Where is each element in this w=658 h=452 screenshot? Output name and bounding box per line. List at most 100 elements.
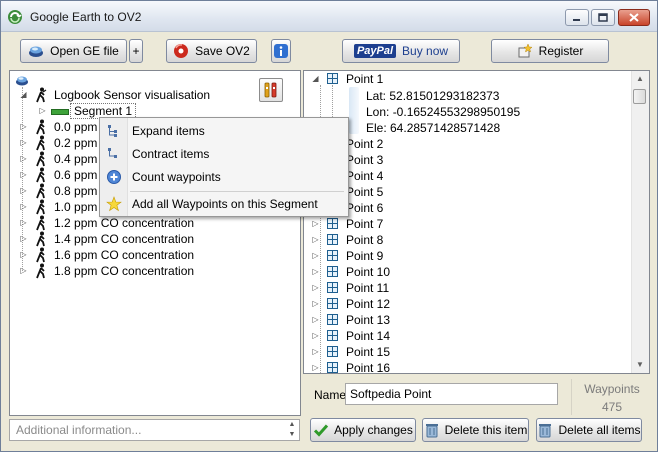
point-row[interactable]: ▷Point 5 bbox=[304, 184, 624, 200]
info-icon bbox=[274, 44, 288, 58]
waypoint-icon bbox=[327, 362, 338, 373]
name-input[interactable]: Softpedia Point bbox=[345, 383, 558, 405]
scroll-up-icon[interactable]: ▲ bbox=[632, 71, 648, 87]
waypoint-icon bbox=[327, 314, 338, 325]
tree-item-row[interactable]: ▷ 1.4 ppm CO concentration bbox=[10, 231, 290, 247]
menu-item-label: Add all Waypoints on this Segment bbox=[132, 197, 318, 211]
trash-icon bbox=[425, 424, 438, 438]
stepper-up-icon[interactable]: ▲ bbox=[285, 420, 299, 430]
buy-now-button[interactable]: PayPal Buy now bbox=[342, 39, 460, 63]
waypoint-icon bbox=[327, 250, 338, 261]
tree-item-label: 1.4 ppm CO concentration bbox=[54, 232, 195, 246]
waypoints-counter: Waypoints 475 bbox=[571, 379, 652, 415]
point-row[interactable]: ▷ Point 9 bbox=[304, 248, 624, 264]
points-scrollbar[interactable]: ▲ ▼ bbox=[631, 71, 649, 373]
expand-arrow-icon[interactable]: ▷ bbox=[19, 138, 28, 147]
expand-arrow-icon[interactable]: ▷ bbox=[311, 331, 320, 340]
info-scroll-stepper[interactable]: ▲ ▼ bbox=[285, 420, 299, 440]
point-label: Point 5 bbox=[346, 185, 384, 199]
plus-circle-icon bbox=[107, 170, 121, 184]
tree-item-label: 1.2 ppm CO concentration bbox=[54, 216, 195, 230]
waypoint-icon bbox=[327, 346, 338, 357]
delete-all-items-button[interactable]: Delete all items bbox=[536, 418, 642, 442]
expand-arrow-icon[interactable]: ▷ bbox=[19, 154, 28, 163]
menu-item-add-all-waypoints[interactable]: Add all Waypoints on this Segment bbox=[102, 193, 346, 215]
close-button[interactable] bbox=[618, 9, 650, 26]
point-row[interactable]: ▷ Point 13 bbox=[304, 312, 624, 328]
expand-arrow-icon[interactable]: ▷ bbox=[19, 122, 28, 131]
expand-arrow-icon[interactable]: ▷ bbox=[311, 235, 320, 244]
point-row[interactable]: ▷ Point 10 bbox=[304, 264, 624, 280]
title-bar[interactable]: Google Earth to OV2 bbox=[1, 1, 657, 32]
tree-item-row[interactable]: ▷ 1.2 ppm CO concentration bbox=[10, 215, 290, 231]
expand-arrow-icon[interactable]: ▷ bbox=[19, 234, 28, 243]
expand-arrow-icon[interactable]: ▷ bbox=[311, 347, 320, 356]
expand-arrow-icon[interactable]: ▷ bbox=[19, 250, 28, 259]
trash-icon bbox=[539, 424, 552, 438]
minimize-button[interactable] bbox=[565, 9, 589, 26]
menu-item-contract-items[interactable]: Contract items bbox=[102, 143, 346, 165]
point-label: Point 16 bbox=[346, 361, 391, 374]
point-label: Point 9 bbox=[346, 249, 384, 263]
expand-arrow-icon[interactable]: ▷ bbox=[19, 266, 28, 275]
expand-arrow-icon[interactable]: ▷ bbox=[19, 186, 28, 195]
collapse-arrow-icon[interactable]: ◢ bbox=[311, 74, 320, 83]
point-row[interactable]: ▷ Point 15 bbox=[304, 344, 624, 360]
point-row[interactable]: ▷Point 6 bbox=[304, 200, 624, 216]
expand-arrow-icon[interactable]: ▷ bbox=[311, 219, 320, 228]
point-row[interactable]: ▷ Point 14 bbox=[304, 328, 624, 344]
expand-arrow-icon[interactable]: ▷ bbox=[311, 267, 320, 276]
register-button[interactable]: Register bbox=[491, 39, 609, 63]
walker-icon bbox=[36, 231, 45, 247]
expand-arrow-icon[interactable]: ▷ bbox=[19, 170, 28, 179]
expand-arrow-icon[interactable]: ▷ bbox=[311, 363, 320, 372]
menu-item-expand-items[interactable]: Expand items bbox=[102, 120, 346, 142]
stepper-down-icon[interactable]: ▼ bbox=[285, 430, 299, 440]
point-label: Point 2 bbox=[346, 137, 384, 151]
point-row[interactable]: ▷ Point 8 bbox=[304, 232, 624, 248]
point-row[interactable]: ▷Point 4 bbox=[304, 168, 624, 184]
tree-item-row[interactable]: ▷ 1.8 ppm CO concentration bbox=[10, 263, 290, 279]
point-row[interactable]: ▷ Point 16 bbox=[304, 360, 624, 374]
points-tree[interactable]: ◢ Point 1 Lat: 52.81501293182373 Lon: -0… bbox=[303, 70, 650, 374]
expand-arrow-icon[interactable]: ▷ bbox=[19, 202, 28, 211]
menu-item-count-waypoints[interactable]: Count waypoints bbox=[102, 166, 346, 188]
about-button[interactable] bbox=[271, 39, 291, 63]
point-row-expanded[interactable]: ◢ Point 1 bbox=[304, 71, 624, 87]
expand-arrow-icon[interactable]: ▷ bbox=[311, 283, 320, 292]
walker-icon bbox=[36, 87, 47, 103]
point-row[interactable]: ▷Point 3 bbox=[304, 152, 624, 168]
waypoint-icon bbox=[327, 330, 338, 341]
point-row[interactable]: ▷ Point 11 bbox=[304, 280, 624, 296]
tools-icon bbox=[264, 82, 277, 98]
walker-icon bbox=[36, 167, 45, 183]
tree-item-row[interactable]: ▷ 1.6 ppm CO concentration bbox=[10, 247, 290, 263]
save-ov2-button[interactable]: Save OV2 bbox=[166, 39, 257, 63]
scroll-down-icon[interactable]: ▼ bbox=[632, 357, 648, 373]
expand-arrow-icon[interactable]: ▷ bbox=[311, 299, 320, 308]
add-file-button[interactable]: + bbox=[129, 39, 143, 63]
point-row[interactable]: ▷ Point 7 bbox=[304, 216, 624, 232]
scroll-thumb[interactable] bbox=[633, 89, 646, 104]
menu-item-label: Count waypoints bbox=[132, 170, 221, 184]
expand-arrow-icon[interactable]: ▷ bbox=[311, 251, 320, 260]
expand-arrow-icon[interactable]: ▷ bbox=[38, 106, 47, 115]
minimize-icon bbox=[573, 18, 580, 21]
waypoint-icon bbox=[327, 73, 338, 84]
additional-info-field[interactable]: Additional information... bbox=[9, 419, 300, 441]
maximize-button[interactable] bbox=[591, 9, 615, 26]
tools-button[interactable] bbox=[259, 78, 283, 102]
open-ge-file-button[interactable]: Open GE file bbox=[20, 39, 127, 63]
point-row[interactable]: ▷ Point 12 bbox=[304, 296, 624, 312]
app-window: Google Earth to OV2 Open GE file + Save … bbox=[0, 0, 658, 452]
delete-this-item-button[interactable]: Delete this item bbox=[422, 418, 529, 442]
expand-arrow-icon[interactable]: ▷ bbox=[311, 315, 320, 324]
close-icon bbox=[629, 13, 639, 22]
tree-root-row[interactable]: ◢ Logbook Sensor visualisation bbox=[10, 87, 250, 103]
expand-arrow-icon[interactable]: ▷ bbox=[19, 218, 28, 227]
point-label: Point 11 bbox=[346, 281, 390, 295]
point-row[interactable]: ▷Point 2 bbox=[304, 136, 624, 152]
collapse-arrow-icon[interactable]: ◢ bbox=[19, 90, 28, 99]
contract-tree-icon bbox=[108, 148, 117, 158]
apply-changes-button[interactable]: Apply changes bbox=[310, 418, 416, 442]
